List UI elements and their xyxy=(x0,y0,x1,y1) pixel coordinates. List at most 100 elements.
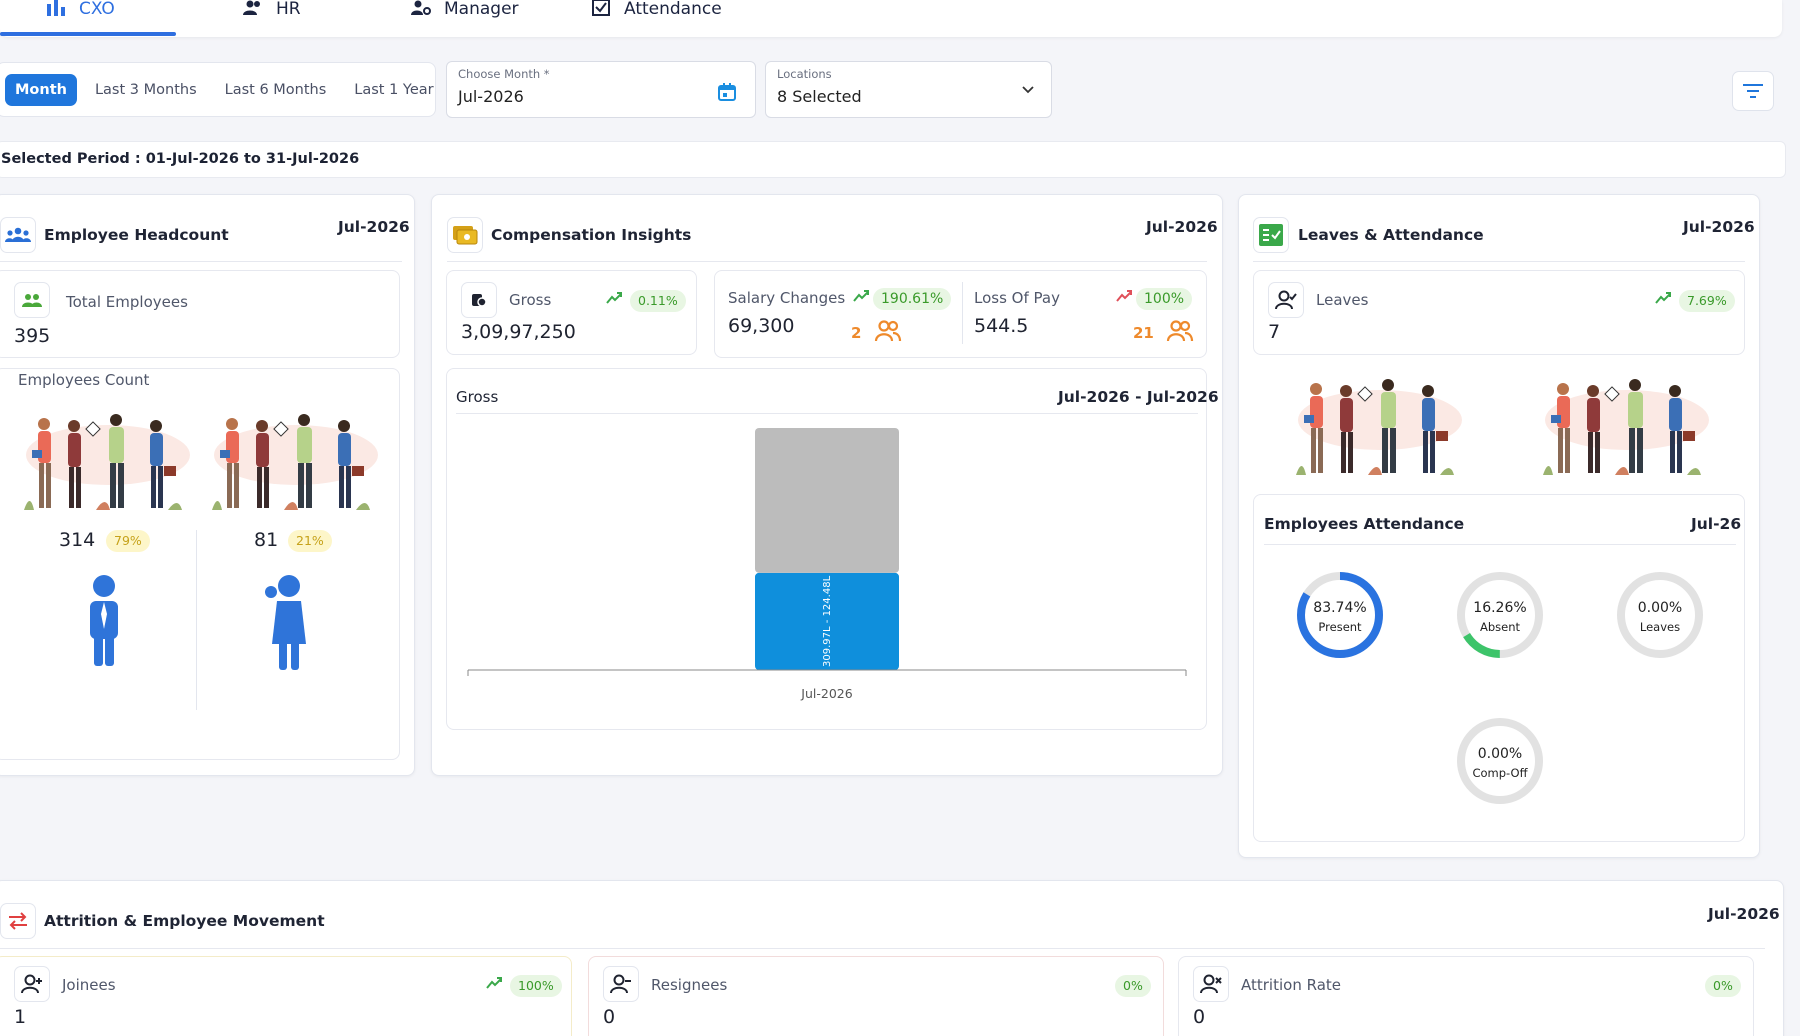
gross-bar-chart: 309.97L - 124.48L Jul-2026 xyxy=(467,428,1187,701)
leaves-icon-box xyxy=(1253,217,1289,253)
user-plus-icon xyxy=(21,974,42,994)
gross-pct-badge: 0.11% xyxy=(630,290,686,312)
leaves-card xyxy=(1253,270,1745,355)
bar-segment-1[interactable] xyxy=(755,428,899,573)
attrition-rate-card xyxy=(1178,956,1754,1036)
tab-manager-label: Manager xyxy=(444,0,519,19)
leaves-pct-badge: 7.69% xyxy=(1679,290,1735,312)
salary-changes-count: 2 xyxy=(851,324,862,342)
donut-percentage: 0.00% xyxy=(1637,600,1683,616)
locations-select[interactable]: Locations 8 Selected xyxy=(765,61,1052,118)
tab-manager[interactable]: Manager xyxy=(410,0,519,37)
joinees-label: Joinees xyxy=(62,976,116,994)
salary-changes-value: 69,300 xyxy=(728,315,795,337)
loss-of-pay-pct-badge: 100% xyxy=(1136,288,1193,310)
trend-up-icon xyxy=(1655,292,1671,304)
tab-attendance[interactable]: Attendance xyxy=(592,0,722,37)
locations-value: 8 Selected xyxy=(777,87,862,106)
compensation-date: Jul-2026 xyxy=(1146,218,1218,236)
salary-changes-pct-badge: 190.61% xyxy=(873,288,952,310)
attrition-date: Jul-2026 xyxy=(1708,905,1780,923)
employees-attendance-title: Employees Attendance xyxy=(1264,515,1465,533)
checkbox-icon xyxy=(592,0,610,16)
headcount-icon-box xyxy=(0,217,36,253)
attendance-donut-comp-off[interactable]: 0.00% Comp-Off xyxy=(1455,716,1545,806)
donut-label: Leaves xyxy=(1639,620,1681,634)
trend-up-icon xyxy=(606,292,622,304)
user-check-icon xyxy=(1275,290,1297,310)
gross-chart-divider xyxy=(456,413,1198,414)
donut-label: Present xyxy=(1318,620,1362,634)
leaves-divider xyxy=(1253,261,1745,262)
filter-icon xyxy=(1743,84,1763,98)
attendance-donut-leaves[interactable]: 0.00% Leaves xyxy=(1615,570,1705,660)
tab-cxo-label: CXO xyxy=(79,0,115,19)
resignees-card xyxy=(588,956,1164,1036)
female-pct-badge: 21% xyxy=(288,530,332,552)
joinees-pct-badge: 100% xyxy=(510,975,562,997)
period-month-button[interactable]: Month xyxy=(5,73,77,106)
gross-icon-box xyxy=(461,282,497,318)
compensation-title: Compensation Insights xyxy=(491,226,692,244)
salary-changes-label: Salary Changes xyxy=(728,289,846,307)
donut-percentage: 16.26% xyxy=(1473,600,1527,616)
period-selector: Month Last 3 Months Last 6 Months Last 1… xyxy=(0,62,436,117)
male-icon xyxy=(90,575,118,666)
loss-of-pay-value: 544.5 xyxy=(974,315,1029,337)
tab-hr[interactable]: HR xyxy=(242,0,301,37)
headcount-title: Employee Headcount xyxy=(44,226,229,244)
joinees-icon-box xyxy=(14,966,50,1002)
salary-lop-card xyxy=(714,270,1207,358)
donut-label: Comp-Off xyxy=(1472,766,1528,780)
user-x-icon xyxy=(1200,974,1222,994)
tab-attendance-label: Attendance xyxy=(624,0,722,19)
attendance-donut-absent[interactable]: 16.26% Absent xyxy=(1455,570,1545,660)
user-gear-icon xyxy=(411,0,431,15)
leaves-attendance-title: Leaves & Attendance xyxy=(1298,226,1484,244)
trend-up-icon xyxy=(853,290,869,302)
total-employees-label: Total Employees xyxy=(66,293,188,311)
employees-attendance-date: Jul-26 xyxy=(1691,515,1742,533)
headcount-divider xyxy=(0,261,402,262)
compensation-divider xyxy=(447,261,1207,262)
leaves-label: Leaves xyxy=(1316,291,1369,309)
trend-up-icon xyxy=(486,977,502,989)
attendance-divider xyxy=(1264,544,1736,545)
choose-month-value: Jul-2026 xyxy=(458,87,524,106)
attrition-rate-label: Attrition Rate xyxy=(1241,976,1341,994)
loss-of-pay-count: 21 xyxy=(1133,324,1154,342)
period-3-months-button[interactable]: Last 3 Months xyxy=(81,74,211,106)
gross-value: 3,09,97,250 xyxy=(461,321,576,343)
resignees-value: 0 xyxy=(603,1006,616,1028)
choose-month-field[interactable]: Choose Month * Jul-2026 xyxy=(446,61,756,118)
total-employees-card xyxy=(0,270,400,358)
active-tab-indicator xyxy=(0,32,176,36)
tab-hr-label: HR xyxy=(276,0,301,19)
attrition-rate-pct-badge: 0% xyxy=(1705,975,1741,997)
team-illustration xyxy=(212,414,378,510)
trend-up-icon xyxy=(1116,290,1132,302)
bar-data-label: 309.97L - 124.48L xyxy=(822,575,833,667)
people-icon xyxy=(243,0,260,15)
calendar-icon[interactable] xyxy=(717,82,737,102)
total-employees-value: 395 xyxy=(14,325,51,347)
attrition-rate-value: 0 xyxy=(1193,1006,1206,1028)
female-icon xyxy=(265,575,306,670)
attrition-title: Attrition & Employee Movement xyxy=(44,912,325,930)
group-icon xyxy=(1166,320,1194,342)
attrition-icon-box xyxy=(0,903,36,939)
leaves-value: 7 xyxy=(1268,321,1281,343)
gross-label: Gross xyxy=(509,291,552,309)
swap-arrows-icon xyxy=(9,912,27,930)
employees-count-label: Employees Count xyxy=(18,371,150,389)
user-minus-icon xyxy=(610,974,631,994)
team-icon xyxy=(5,227,31,242)
filter-button[interactable] xyxy=(1732,71,1774,111)
team-illustration xyxy=(1543,379,1709,475)
loss-of-pay-label: Loss Of Pay xyxy=(974,289,1060,307)
gender-divider xyxy=(196,530,197,710)
period-1-year-button[interactable]: Last 1 Year xyxy=(340,74,447,106)
selected-period-text: Selected Period : 01-Jul-2026 to 31-Jul-… xyxy=(0,141,1786,178)
attendance-donut-present[interactable]: 83.74% Present xyxy=(1295,570,1385,660)
period-6-months-button[interactable]: Last 6 Months xyxy=(211,74,341,106)
